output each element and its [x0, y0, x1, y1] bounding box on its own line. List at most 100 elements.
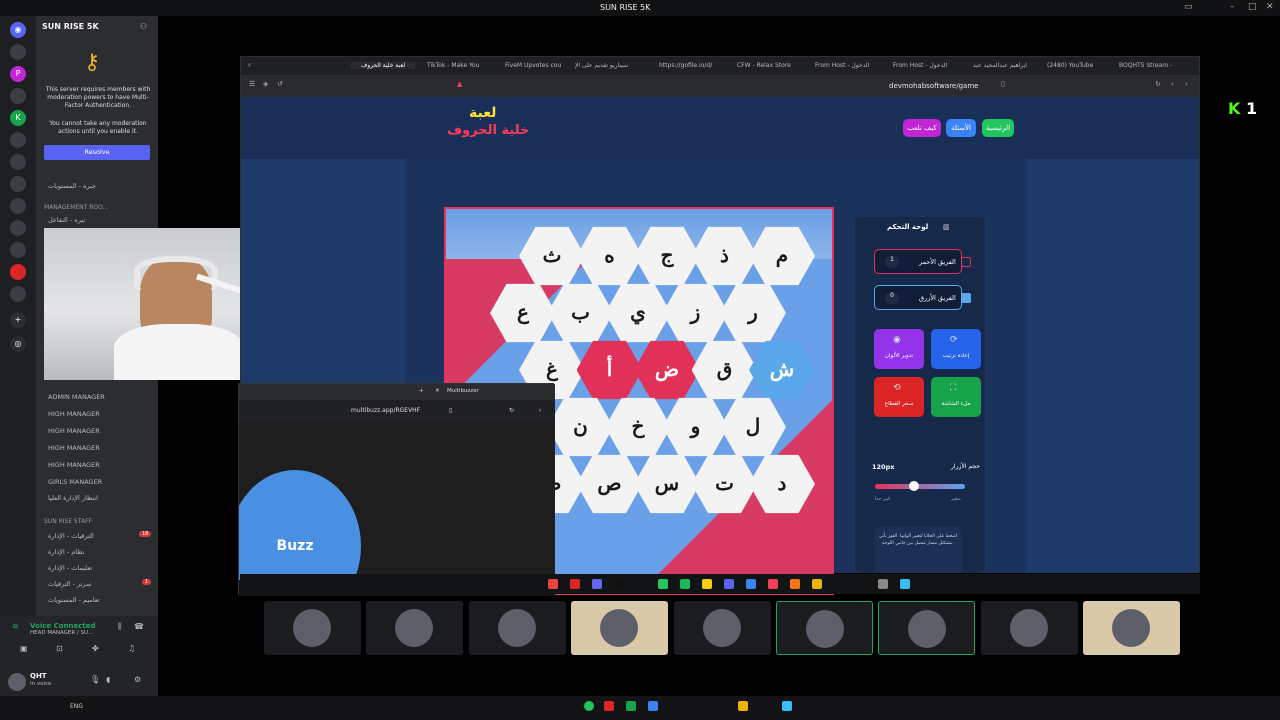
participant-tile[interactable] — [878, 601, 976, 655]
windows-icon[interactable] — [900, 579, 910, 589]
category-management[interactable]: MANAGEMENT ROO... — [44, 204, 108, 211]
channel-item[interactable]: نبره - التفاعل — [48, 216, 85, 224]
folder-icon[interactable] — [738, 701, 748, 711]
record-icon[interactable] — [548, 579, 558, 589]
tab[interactable]: From Host - الدخول — [893, 62, 947, 69]
activity-icon[interactable]: ✤ — [92, 644, 99, 653]
server-icon[interactable]: P — [10, 66, 26, 82]
new-tab-icon[interactable]: + — [419, 388, 424, 394]
voice-channel[interactable]: HIGH MANAGER — [48, 410, 100, 418]
chrome-icon[interactable] — [702, 579, 712, 589]
participant-tile[interactable] — [264, 601, 361, 655]
camera-icon[interactable]: ▣ — [20, 644, 28, 653]
disconnect-icon[interactable]: ☎ — [134, 622, 144, 631]
participant-tile[interactable] — [1083, 601, 1181, 655]
tab[interactable]: CFW - Relax Store — [737, 62, 791, 69]
server-icon[interactable] — [10, 264, 26, 280]
voice-channel[interactable]: HIGH MANAGER — [48, 444, 100, 452]
noise-icon[interactable]: ⫼ — [118, 622, 122, 632]
server-icon[interactable]: K — [10, 110, 26, 126]
minimize-icon[interactable]: ▭ — [1184, 2, 1193, 12]
channel-item[interactable]: سرتر - الترقيات — [48, 580, 91, 588]
menu-icon[interactable]: ☰ — [249, 80, 255, 88]
reload-icon[interactable]: ↻ — [1155, 80, 1161, 88]
channel-item[interactable]: تعليمات - الإدارة — [48, 564, 92, 572]
server-icon[interactable] — [10, 88, 26, 104]
multibuzz-url[interactable]: multibuzz.app/RGEVHF — [351, 407, 420, 414]
tab[interactable]: TikTok - Make You — [427, 62, 479, 69]
server-icon[interactable] — [10, 44, 26, 60]
forward-icon[interactable]: › — [1185, 80, 1188, 88]
close-icon[interactable]: ✕ — [247, 62, 252, 69]
avatar[interactable] — [8, 673, 26, 691]
channel-item[interactable]: انتظار الإدارة العليا — [48, 494, 98, 502]
tab[interactable]: FiveM Upvotes cou — [505, 62, 561, 69]
multibuzz-tab[interactable]: Multibuzzer — [447, 388, 479, 394]
questions-button[interactable]: الأسئلة — [946, 119, 976, 137]
youtube-icon[interactable] — [570, 579, 580, 589]
server-icon[interactable] — [10, 176, 26, 192]
tab[interactable]: https://gofile.io/d/ — [659, 62, 712, 69]
voice-status[interactable]: Voice Connected — [30, 622, 96, 630]
explore-icon[interactable]: ◎ — [10, 336, 26, 352]
resolve-button[interactable]: Resolve — [44, 145, 150, 160]
shield-icon[interactable]: ◈ — [263, 80, 268, 88]
channel-item[interactable]: تعاميم - المستويات — [48, 596, 100, 604]
discord-icon[interactable] — [724, 579, 734, 589]
app-icon[interactable] — [658, 579, 668, 589]
tab-active[interactable]: لعبة خلية الحروف — [351, 62, 416, 69]
channel-item[interactable]: الترقيات - الإدارة — [48, 532, 94, 540]
tab[interactable]: From Host - الدخول — [815, 62, 869, 69]
spotify-icon[interactable] — [680, 579, 690, 589]
edge-icon[interactable] — [648, 701, 658, 711]
tab[interactable]: سيناريو تقديم على الإ — [575, 62, 628, 69]
tab[interactable]: ابراهيم عبدالمجيد عبد — [973, 62, 1027, 69]
server-icon[interactable] — [10, 154, 26, 170]
close-button[interactable]: ✕ — [1266, 2, 1274, 12]
participant-tile[interactable] — [366, 601, 464, 655]
brave-icon[interactable] — [604, 701, 614, 711]
participant-tile[interactable] — [571, 601, 669, 655]
participant-tile[interactable] — [980, 601, 1078, 655]
voice-channel[interactable]: ADMIN MANAGER — [48, 393, 105, 401]
server-icon[interactable] — [10, 242, 26, 258]
windows-icon[interactable] — [782, 701, 792, 711]
server-name[interactable]: SUN RISE 5K — [42, 22, 99, 31]
folder-icon[interactable] — [812, 579, 822, 589]
mic-icon[interactable]: 🎙 — [90, 675, 100, 684]
add-server-icon[interactable]: + — [10, 312, 26, 328]
edge-icon[interactable] — [746, 579, 756, 589]
server-icon[interactable] — [10, 286, 26, 302]
team-red[interactable]: 1 الفريق الأحمر — [874, 249, 971, 274]
gear-icon[interactable]: ⚙ — [134, 675, 141, 684]
add-member-icon[interactable]: ⚇ — [140, 22, 147, 31]
user-name[interactable]: QHT — [30, 672, 47, 680]
voice-channel[interactable]: HIGH MANAGER — [48, 427, 100, 435]
participant-tile[interactable] — [673, 601, 771, 655]
back-icon[interactable]: ‹ — [1171, 80, 1174, 88]
brave-icon[interactable] — [768, 579, 778, 589]
server-icon[interactable] — [10, 220, 26, 236]
discord-home-icon[interactable]: ◉ — [10, 22, 26, 38]
xbox-icon[interactable] — [626, 701, 636, 711]
server-icon[interactable] — [10, 198, 26, 214]
search-icon[interactable] — [878, 579, 888, 589]
tiktok-icon[interactable] — [614, 579, 624, 589]
channel-item[interactable]: جبره - المستويات — [48, 182, 96, 190]
home-button[interactable]: الرئيسية — [982, 119, 1014, 137]
firefox-icon[interactable] — [790, 579, 800, 589]
server-icon[interactable] — [10, 132, 26, 148]
voice-channel-name[interactable]: HEAD MANAGER / SU... — [30, 630, 93, 636]
participant-tile[interactable] — [468, 601, 566, 655]
close-icon[interactable]: ✕ — [435, 388, 440, 394]
category-staff[interactable]: SUN RISE STAFF — [44, 518, 92, 525]
how-to-play-button[interactable]: كيف تلعب — [903, 119, 941, 137]
voice-channel[interactable]: HIGH MANAGER — [48, 461, 100, 469]
soundboard-icon[interactable]: ♫ — [128, 644, 135, 653]
participant-tile[interactable] — [776, 601, 873, 655]
screen-share-icon[interactable]: ⊡ — [56, 644, 63, 653]
headphones-icon[interactable]: ◖ — [106, 675, 110, 684]
tab[interactable]: BOQHTS Stream - — [1119, 62, 1172, 69]
size-slider[interactable] — [875, 484, 965, 489]
minimize-button[interactable]: – — [1230, 2, 1235, 12]
